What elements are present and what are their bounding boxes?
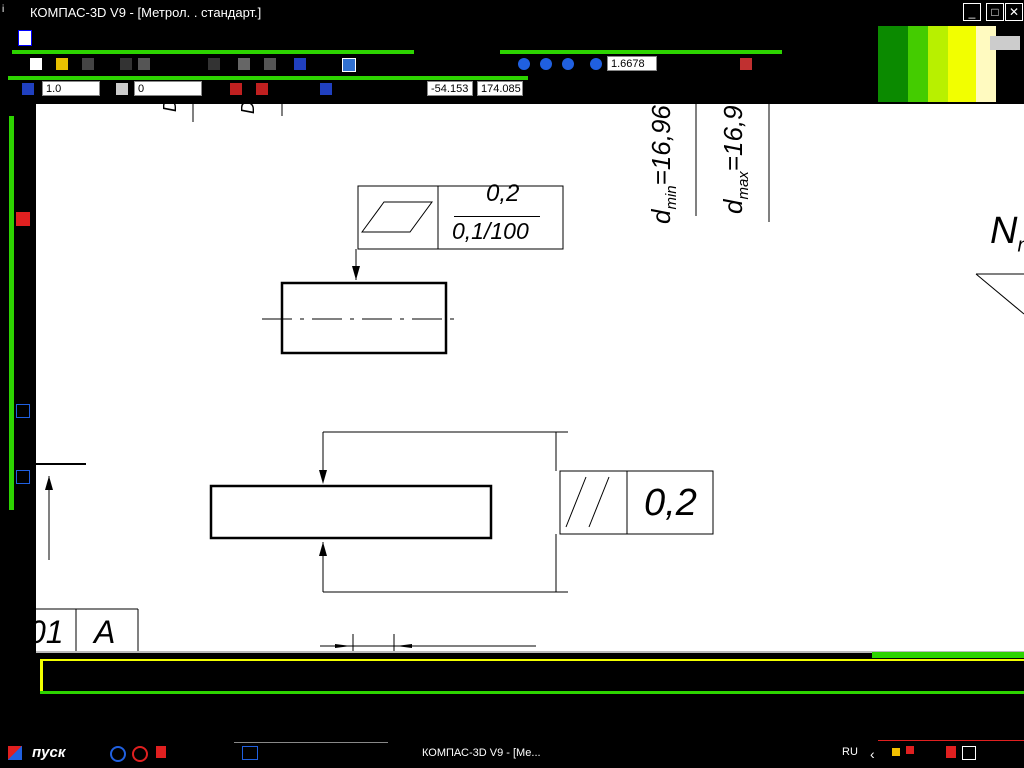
dmax-sub: max [735, 171, 753, 200]
zoom-out-icon[interactable] [540, 58, 552, 70]
zoom-window-icon[interactable] [562, 58, 574, 70]
task-button-app-icon[interactable] [242, 746, 258, 760]
dmin-value: =16,96 [646, 105, 676, 186]
cut-icon[interactable] [208, 58, 220, 70]
select-icon[interactable] [16, 404, 30, 418]
doc-controls[interactable] [990, 36, 1020, 50]
save-icon[interactable] [82, 58, 94, 70]
dmin-sub: min [663, 185, 681, 210]
paste-icon[interactable] [264, 58, 276, 70]
refresh-icon[interactable] [740, 58, 752, 70]
quick-launch-app-icon[interactable] [156, 746, 166, 758]
windows-logo-icon [8, 746, 22, 760]
status-line-highlight [872, 652, 1024, 658]
step-icon[interactable] [22, 83, 34, 95]
layer-icon[interactable] [116, 83, 128, 95]
command-line-green [40, 691, 1024, 694]
maximize-button[interactable]: □ [986, 3, 1004, 21]
color-swatch-1 [878, 26, 908, 102]
dmax-value: =16,9 [718, 105, 748, 172]
open-file-icon[interactable] [56, 58, 68, 70]
color-swatch-4 [948, 26, 976, 102]
svg-text:D: D [160, 104, 180, 112]
color-icon[interactable] [230, 83, 242, 95]
window-title: КОМПАС-3D V9 - [Метрол. . стандарт.] [30, 5, 262, 20]
geometry-icon[interactable] [16, 212, 30, 226]
app-icon[interactable]: i [2, 4, 12, 16]
n-sub: n [1017, 235, 1024, 257]
document-icon[interactable] [18, 30, 32, 46]
minimize-button[interactable]: _ [963, 3, 981, 21]
manager-icon[interactable] [342, 58, 356, 72]
tray-border [878, 740, 1024, 741]
flatness-fraction-line [454, 216, 540, 217]
undo-icon[interactable] [294, 58, 306, 70]
zoom-in-icon[interactable] [518, 58, 530, 70]
quick-launch-ie-icon[interactable] [110, 746, 126, 762]
preview-icon[interactable] [138, 58, 150, 70]
dmax-label: d [718, 199, 748, 214]
command-line-frame [40, 659, 1024, 693]
tray-back-icon[interactable]: ‹ [870, 746, 875, 762]
color-swatch-3 [928, 26, 948, 102]
dmax-annotation: dmax=16,9 [718, 105, 752, 214]
flatness-sub: 0,1/100 [452, 218, 529, 244]
coord-x-field[interactable]: -54.153 [427, 81, 473, 96]
quick-launch-opera-icon[interactable] [132, 746, 148, 762]
layer-field[interactable]: 0 [134, 81, 202, 96]
taskbar: пуск КОМПАС-3D V9 - [Ме... RU ‹ [0, 736, 1024, 768]
snap-icon[interactable] [256, 83, 268, 95]
drawing-svg: D D [36, 104, 1024, 652]
svg-text:D: D [238, 104, 258, 114]
close-button[interactable]: ✕ [1005, 3, 1023, 21]
print-icon[interactable] [120, 58, 132, 70]
table-cell-a: A [94, 614, 116, 650]
compact-panel-strip [9, 116, 14, 510]
ortho-icon[interactable] [320, 83, 332, 95]
dmin-label: d [646, 209, 676, 224]
toolbar-standard [12, 54, 414, 76]
flatness-value: 0,2 [486, 180, 520, 207]
zoom-field[interactable]: 1.6678 [607, 56, 657, 71]
coord-y-field[interactable]: 174.085 [477, 81, 523, 96]
step-field[interactable]: 1.0 [42, 81, 100, 96]
measure-icon[interactable] [16, 470, 30, 484]
tray-display-icon[interactable] [962, 746, 976, 760]
drawing-canvas[interactable]: D D 0,2 0,1/100 0,2 dmin=16,96 dmax=16,9… [36, 104, 1024, 652]
start-label: пуск [32, 744, 66, 761]
new-file-icon[interactable] [30, 58, 42, 70]
task-button-kompas[interactable]: КОМПАС-3D V9 - [Ме... [422, 747, 541, 759]
n-annotation: Nn [990, 210, 1024, 258]
n-label: N [990, 210, 1018, 252]
table-cell-num: 01 [36, 614, 64, 650]
tray-network-icon[interactable] [892, 748, 900, 756]
task-button-line [234, 742, 388, 743]
parallelism-value: 0,2 [644, 482, 697, 524]
zoom-scale-icon[interactable] [590, 58, 602, 70]
tray-volume-icon[interactable] [946, 746, 956, 758]
tray-antivirus-icon[interactable] [906, 746, 914, 754]
color-swatch-2 [908, 26, 928, 102]
copy-icon[interactable] [238, 58, 250, 70]
command-line-area[interactable] [40, 659, 1024, 695]
language-indicator[interactable]: RU [842, 746, 858, 758]
dmin-annotation: dmin=16,96 [646, 105, 680, 224]
